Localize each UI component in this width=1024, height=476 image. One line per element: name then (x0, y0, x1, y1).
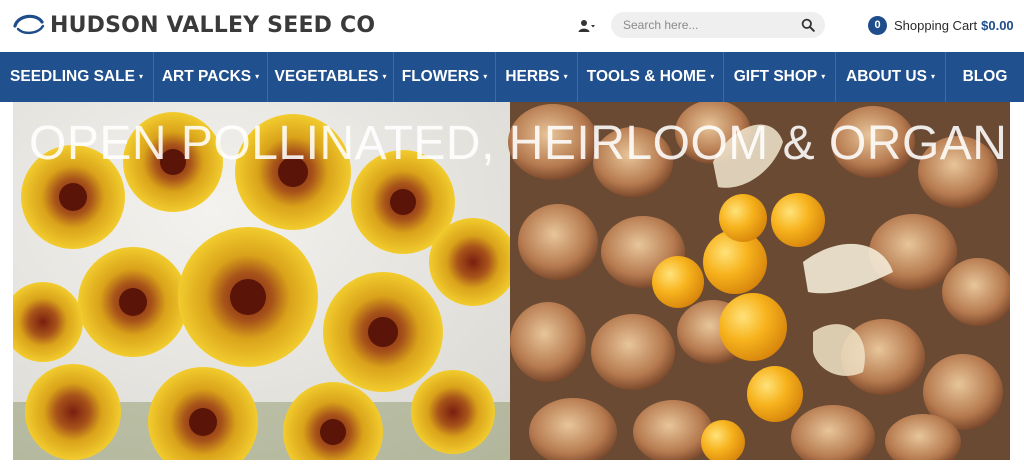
main-nav: SEEDLING SALE ▾ ART PACKS ▾ VEGETABLES ▾ FL… (0, 52, 1024, 102)
nav-item-blog[interactable]: BLOG (946, 52, 1024, 102)
search-icon[interactable] (801, 18, 815, 32)
chevron-down-icon: ▾ (483, 71, 488, 81)
cart-label: Shopping Cart (894, 17, 978, 33)
nav-label: ART PACKS (161, 68, 252, 85)
search-bar (611, 12, 825, 38)
leaf-swoosh-icon (13, 14, 45, 34)
nav-label: VEGETABLES (274, 68, 379, 85)
nav-item-vegetables[interactable]: VEGETABLES ▾ (268, 52, 394, 102)
nav-item-gift-shop[interactable]: GIFT SHOP ▾ (724, 52, 836, 102)
hero-title: OPEN POLLINATED, HEIRLOOM & ORGANIC (29, 117, 1010, 170)
cart-total: $0.00 (981, 17, 1014, 33)
nav-label: GIFT SHOP (733, 68, 818, 85)
site-header: HUDSON VALLEY SEED CO 0 Shopping Cart $0… (0, 0, 1024, 52)
search-input[interactable] (623, 18, 793, 32)
nav-item-art-packs[interactable]: ART PACKS ▾ (154, 52, 268, 102)
nav-label: TOOLS & HOME (586, 68, 707, 85)
user-icon (578, 20, 595, 32)
site-logo[interactable]: HUDSON VALLEY SEED CO (12, 10, 375, 40)
chevron-down-icon: ▾ (382, 71, 387, 81)
chevron-down-icon: ▾ (821, 71, 826, 81)
nav-item-tools-home[interactable]: TOOLS & HOME ▾ (578, 52, 724, 102)
chevron-down-icon: ▾ (930, 71, 935, 81)
account-button[interactable] (578, 17, 598, 35)
nav-label: FLOWERS (401, 68, 480, 85)
hero-banner[interactable]: OPEN POLLINATED, HEIRLOOM & ORGANIC (13, 102, 1010, 460)
logo-text: HUDSON VALLEY SEED CO (50, 12, 376, 38)
nav-label: BLOG (962, 68, 1008, 85)
nav-item-seedling-sale[interactable]: SEEDLING SALE ▾ (0, 52, 154, 102)
nav-label: SEEDLING SALE (10, 68, 135, 85)
chevron-down-icon: ▾ (563, 71, 568, 81)
nav-label: HERBS (505, 68, 560, 85)
chevron-down-icon: ▾ (710, 71, 715, 81)
cart-count-badge: 0 (868, 15, 887, 35)
nav-item-about-us[interactable]: ABOUT US ▾ (836, 52, 946, 102)
nav-item-herbs[interactable]: HERBS ▾ (496, 52, 578, 102)
nav-label: ABOUT US (846, 68, 927, 85)
chevron-down-icon: ▾ (255, 71, 260, 81)
shopping-cart-link[interactable]: 0 Shopping Cart $0.00 (868, 15, 1014, 35)
page-footer-gap (0, 460, 1024, 476)
nav-item-flowers[interactable]: FLOWERS ▾ (394, 52, 496, 102)
chevron-down-icon: ▾ (138, 71, 143, 81)
